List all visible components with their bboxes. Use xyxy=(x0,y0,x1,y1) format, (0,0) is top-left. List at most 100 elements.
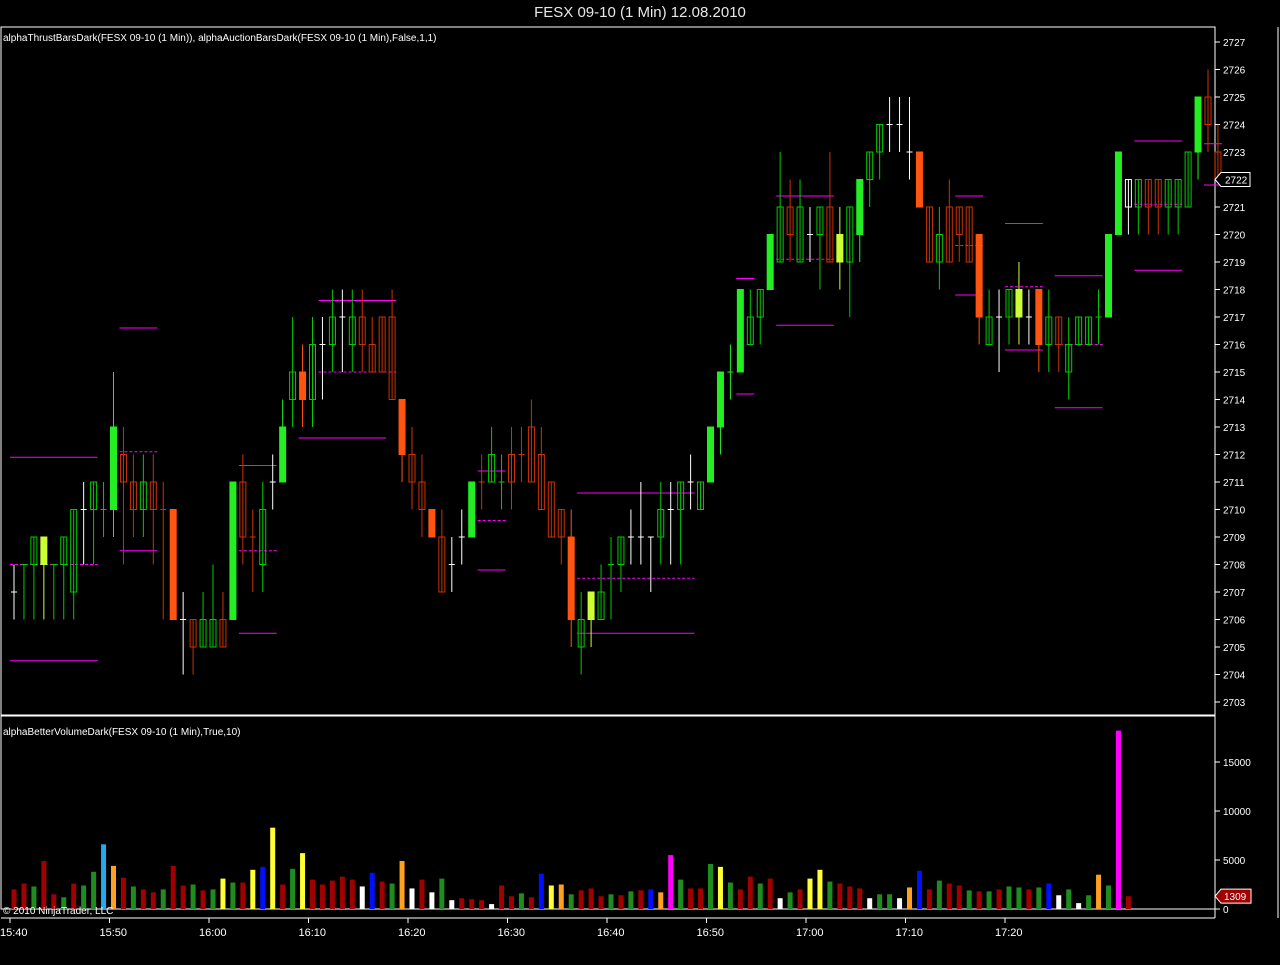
candle xyxy=(537,427,545,510)
volume-bar xyxy=(91,871,97,909)
candle xyxy=(20,564,27,620)
candle-body xyxy=(169,509,177,620)
price-tick-label: 2725 xyxy=(1223,93,1246,104)
price-tick-label: 2704 xyxy=(1223,671,1246,682)
candle xyxy=(1214,124,1222,180)
candle xyxy=(716,371,724,455)
candle xyxy=(119,427,127,565)
candle xyxy=(219,592,227,648)
candle xyxy=(1095,289,1102,345)
candle xyxy=(1105,234,1112,318)
price-tick-label: 2713 xyxy=(1223,423,1246,434)
candle-body xyxy=(468,481,476,538)
candle xyxy=(139,454,147,537)
last-price-label: 2722 xyxy=(1225,176,1248,187)
candle-body xyxy=(836,234,844,263)
copyright-notice: © 2010 NinjaTrader, LLC xyxy=(3,906,114,917)
volume-bar xyxy=(300,853,306,909)
candle xyxy=(1035,289,1043,372)
candle-body xyxy=(40,536,48,565)
volume-bar xyxy=(946,883,952,909)
candle xyxy=(766,234,774,290)
candle xyxy=(896,97,903,152)
candle xyxy=(289,317,297,427)
candle xyxy=(1005,289,1013,345)
candle-body xyxy=(110,426,117,510)
volume-bar xyxy=(1026,889,1032,909)
candle xyxy=(229,481,237,620)
candle-body xyxy=(1015,289,1023,318)
volume-bar xyxy=(1125,896,1131,909)
candle xyxy=(557,509,565,565)
candle xyxy=(328,289,336,372)
candle xyxy=(458,509,465,565)
chart-canvas[interactable]: 2703 2704 2705 2706 2707 2708 2709 2710 2711 2712… xyxy=(0,0,1280,965)
volume-bar xyxy=(518,893,524,909)
time-tick-label: 17:20 xyxy=(995,927,1023,939)
candle xyxy=(30,536,38,620)
price-tick-label: 2707 xyxy=(1223,588,1246,599)
candle-body xyxy=(766,234,774,290)
price-tick-label: 2711 xyxy=(1223,478,1245,489)
candle xyxy=(169,509,177,620)
candle xyxy=(90,481,98,565)
volume-bar xyxy=(329,880,335,909)
price-tick-label: 2720 xyxy=(1223,231,1246,242)
candle-body xyxy=(736,289,744,373)
candle xyxy=(1124,179,1132,235)
volume-bar xyxy=(618,895,624,909)
volume-bar xyxy=(220,878,226,909)
candle xyxy=(468,481,476,538)
candle-body xyxy=(1035,289,1043,345)
candle xyxy=(876,124,884,180)
price-tick-label: 2721 xyxy=(1223,203,1246,214)
volume-bar xyxy=(966,890,972,909)
volume-bar xyxy=(558,884,564,909)
volume-bar xyxy=(827,881,833,909)
price-tick-label: 2715 xyxy=(1223,368,1246,379)
volume-bar xyxy=(240,882,246,909)
volume-bar xyxy=(389,883,395,909)
volume-bar xyxy=(469,899,475,909)
time-tick-label: 15:50 xyxy=(100,927,128,939)
price-tick-label: 2714 xyxy=(1223,396,1246,407)
candle xyxy=(269,454,276,510)
volume-bar xyxy=(1016,887,1022,909)
candle xyxy=(866,151,874,207)
price-tick-label: 2723 xyxy=(1223,148,1246,159)
candle xyxy=(906,97,913,180)
volume-bar xyxy=(817,869,823,909)
candle xyxy=(309,317,316,427)
volume-bar xyxy=(598,896,604,909)
candle xyxy=(299,344,307,427)
candle xyxy=(1114,151,1122,235)
candle xyxy=(388,289,396,400)
volume-bar xyxy=(867,898,873,909)
candle xyxy=(60,536,68,620)
candle xyxy=(199,592,207,648)
candle xyxy=(209,564,217,648)
candle xyxy=(727,344,734,400)
time-tick-label: 15:40 xyxy=(0,927,28,939)
candle xyxy=(1025,289,1032,345)
candle xyxy=(836,207,844,290)
candle xyxy=(667,482,674,565)
price-tick-label: 2703 xyxy=(1223,698,1246,709)
volume-bar xyxy=(648,889,654,909)
candle-body xyxy=(299,371,307,400)
volume-bar xyxy=(369,872,375,909)
candle xyxy=(707,426,714,483)
volume-bar xyxy=(130,886,136,909)
candle xyxy=(1144,179,1152,235)
time-axis: 15:40 15:50 16:00 16:10 16:20 16:30 16:40 16:50… xyxy=(0,918,1023,939)
candle xyxy=(1015,262,1023,345)
candle xyxy=(1154,179,1162,235)
candle xyxy=(508,427,515,510)
candle xyxy=(915,151,923,208)
volume-bar xyxy=(837,883,843,909)
volume-bar xyxy=(280,884,286,909)
candle xyxy=(1134,179,1142,235)
candle xyxy=(488,427,496,483)
candle xyxy=(816,206,824,290)
volume-bar xyxy=(936,880,942,909)
